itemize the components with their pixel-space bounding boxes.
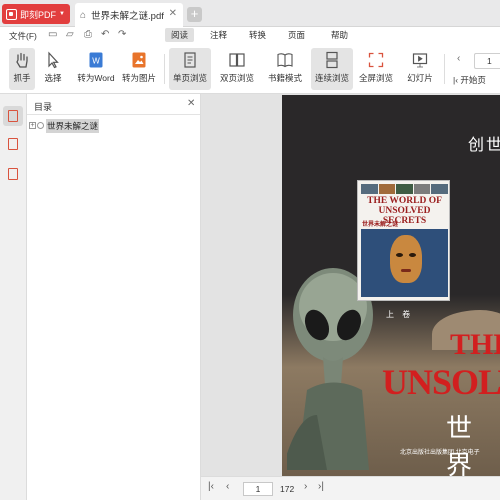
bookmark-panel-button[interactable] xyxy=(3,164,23,184)
last-page-nav-icon[interactable]: ›| xyxy=(318,481,324,492)
first-page-nav-icon[interactable]: |‹ xyxy=(208,481,214,492)
cursor-icon xyxy=(48,51,59,69)
document-tab[interactable]: ⌂ 世界未解之谜.pdf ✕ xyxy=(75,3,183,27)
to-image-label: 转为图片 xyxy=(121,73,156,83)
slideshow-button[interactable]: 幻灯片 xyxy=(404,48,436,90)
close-tab-icon[interactable]: ✕ xyxy=(169,8,177,19)
total-pages: 172 xyxy=(280,484,295,494)
menu-page[interactable]: 页面 xyxy=(282,28,311,42)
undo-icon[interactable]: ↶ xyxy=(101,29,109,40)
chevron-down-icon: ▼ xyxy=(59,11,65,17)
slideshow-icon xyxy=(412,53,428,68)
fullscreen-button[interactable]: 全屏浏览 xyxy=(356,48,396,90)
book-mode-label: 书籍模式 xyxy=(267,73,302,83)
app-brand-button[interactable]: 即刻PDF ▼ xyxy=(2,4,70,24)
expand-icon[interactable]: + xyxy=(29,122,36,129)
continuous-label: 连续浏览 xyxy=(314,73,349,83)
cover-title-unsolved: UNSOLV xyxy=(382,362,500,402)
first-page-label: 开始页 xyxy=(460,75,486,85)
hand-tool-label: 抓手 xyxy=(13,73,31,83)
next-page-nav-icon[interactable]: › xyxy=(304,481,307,492)
toolbar-divider xyxy=(164,54,165,84)
outline-panel-button[interactable] xyxy=(3,106,23,126)
outline-panel: 目录 ✕ + 世界未解之谜 xyxy=(27,94,201,500)
toolbar: 抓手 选择 W 转为Word 转为图片 单页浏览 双页浏览 书籍模式 连续浏览 … xyxy=(0,44,500,94)
outline-title: 目录 xyxy=(34,102,53,112)
golden-mask xyxy=(390,235,422,283)
toolbar-page-input[interactable]: 1 xyxy=(474,53,500,69)
select-tool-label: 选择 xyxy=(44,73,62,83)
cover-top-text: 创世 xyxy=(467,137,500,154)
slideshow-label: 幻灯片 xyxy=(407,73,433,83)
cover-photo xyxy=(361,229,448,297)
cover-title-cn: 世 界 xyxy=(446,413,478,476)
new-file-icon[interactable]: ▭ xyxy=(48,29,57,40)
previous-page-icon[interactable]: ‹ xyxy=(457,53,460,64)
menu-convert[interactable]: 转换 xyxy=(243,28,272,42)
double-page-icon xyxy=(229,53,245,67)
single-page-icon xyxy=(184,52,196,68)
toolbar-divider xyxy=(444,54,445,84)
left-rail xyxy=(0,94,27,500)
file-menu[interactable]: 文件(F) xyxy=(9,30,37,42)
word-icon: W xyxy=(89,52,103,68)
thumbnail-icon xyxy=(8,138,18,150)
to-word-label: 转为Word xyxy=(77,73,115,83)
outline-item-label: 世界未解之谜 xyxy=(46,118,100,133)
panel-divider xyxy=(27,114,200,115)
menu-annotate[interactable]: 注释 xyxy=(204,28,233,42)
open-folder-icon[interactable]: ▱ xyxy=(66,29,74,40)
cover-title-the: THE xyxy=(450,328,500,361)
to-image-button[interactable]: 转为图片 xyxy=(120,48,158,90)
print-icon[interactable]: ⎙ xyxy=(84,29,92,40)
outline-icon xyxy=(8,110,18,122)
continuous-button[interactable]: 连续浏览 xyxy=(311,48,353,90)
to-word-button[interactable]: W 转为Word xyxy=(75,48,117,90)
hand-icon xyxy=(16,52,28,68)
book-mode-button[interactable]: 书籍模式 xyxy=(265,48,305,90)
menu-help[interactable]: 帮助 xyxy=(325,28,354,42)
new-tab-button[interactable]: + xyxy=(187,7,202,22)
document-view[interactable]: 创世 THE WORLD OF UNSOLVED SECRETS 世界未解之谜 … xyxy=(201,94,500,476)
outline-item[interactable]: + 世界未解之谜 xyxy=(29,118,100,133)
svg-text:W: W xyxy=(92,57,100,66)
home-icon[interactable]: ⌂ xyxy=(80,10,86,21)
image-icon xyxy=(132,52,146,68)
thumbnail-panel-button[interactable] xyxy=(3,134,23,154)
prev-page-nav-icon[interactable]: ‹ xyxy=(226,481,229,492)
fullscreen-icon xyxy=(368,52,384,68)
close-panel-icon[interactable]: ✕ xyxy=(187,98,195,109)
redo-icon[interactable]: ↷ xyxy=(118,29,126,40)
publisher-text: 北京出版社出版集团 北京电子 xyxy=(400,450,480,456)
app-brand-label: 即刻PDF xyxy=(20,9,57,20)
app-logo-icon xyxy=(6,8,17,20)
single-page-button[interactable]: 单页浏览 xyxy=(169,48,211,90)
book-title-cn: 世界未解之谜 xyxy=(362,222,399,228)
first-page-button[interactable]: |‹ 开始页 xyxy=(453,74,486,86)
volume-label: 上 卷 xyxy=(386,310,414,319)
continuous-icon xyxy=(326,51,338,69)
fullscreen-label: 全屏浏览 xyxy=(358,73,393,83)
photo-strip xyxy=(361,184,448,194)
title-bar: 即刻PDF ▼ ⌂ 世界未解之谜.pdf ✕ + xyxy=(0,0,500,27)
double-page-label: 双页浏览 xyxy=(219,73,254,83)
hand-tool-button[interactable]: 抓手 xyxy=(9,48,35,90)
single-page-label: 单页浏览 xyxy=(172,73,207,83)
bookmark-icon xyxy=(8,168,18,180)
bookmark-node-icon xyxy=(37,122,44,129)
panel-footer xyxy=(0,476,201,500)
book-icon xyxy=(277,53,293,68)
page-number-input[interactable]: 1 xyxy=(243,482,273,496)
select-tool-button[interactable]: 选择 xyxy=(40,48,66,90)
status-bar: |‹ ‹ 1 172 › ›| xyxy=(201,476,500,500)
menu-read[interactable]: 阅读 xyxy=(165,28,195,42)
document-tab-title: 世界未解之谜.pdf xyxy=(91,11,164,22)
menu-bar: 文件(F) ▭ ▱ ⎙ ↶ ↷ 阅读 注释 转换 页面 帮助 xyxy=(0,27,500,44)
pdf-page: 创世 THE WORLD OF UNSOLVED SECRETS 世界未解之谜 … xyxy=(282,95,500,476)
double-page-button[interactable]: 双页浏览 xyxy=(217,48,257,90)
book-cover-thumbnail: THE WORLD OF UNSOLVED SECRETS 世界未解之谜 xyxy=(357,180,450,301)
